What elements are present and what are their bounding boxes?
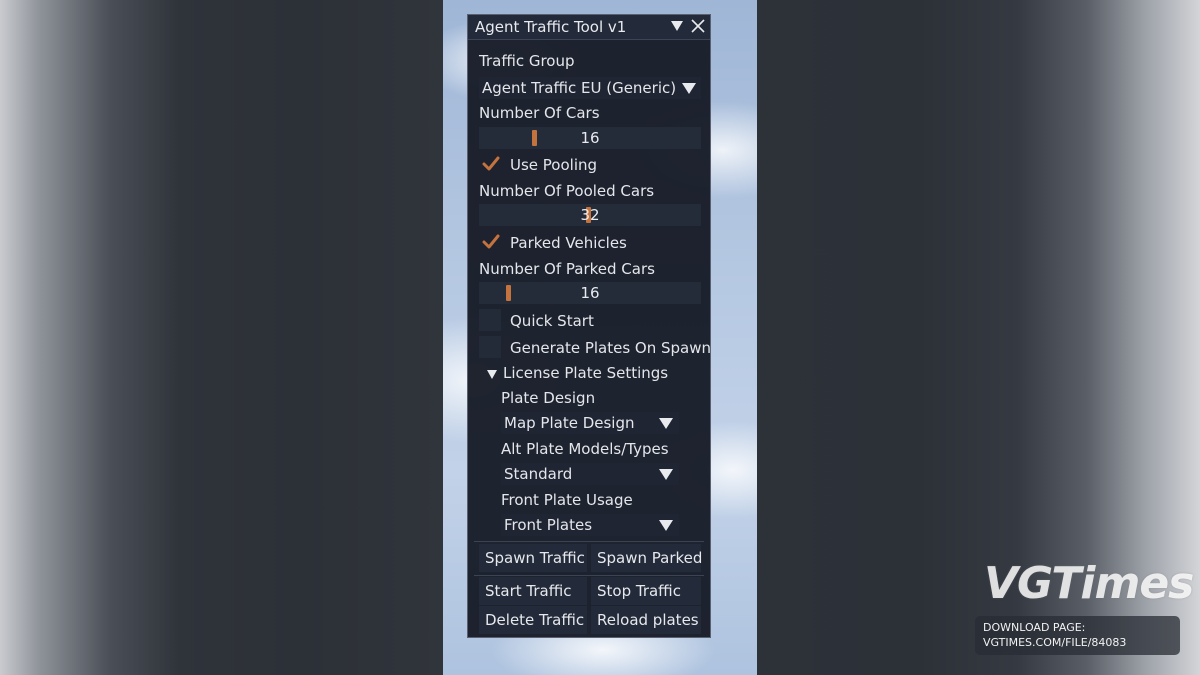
checkmark-icon — [482, 234, 500, 249]
separator — [474, 575, 704, 576]
generate-plates-checkbox[interactable] — [479, 336, 501, 358]
window-title: Agent Traffic Tool v1 — [475, 18, 627, 36]
checkmark-icon — [482, 156, 500, 171]
dropdown-arrow-icon — [659, 518, 673, 532]
close-icon[interactable] — [690, 18, 706, 34]
number-of-cars-value: 16 — [580, 129, 600, 147]
dropdown-arrow-icon — [659, 467, 673, 481]
generate-plates-label: Generate Plates On Spawn — [510, 339, 712, 357]
parked-vehicles-checkbox[interactable] — [479, 231, 501, 253]
plate-design-value: Map Plate Design — [504, 414, 635, 432]
quick-start-label: Quick Start — [510, 312, 594, 330]
stop-traffic-button[interactable]: Stop Traffic — [591, 577, 701, 605]
front-plate-usage-combo[interactable]: Front Plates — [501, 514, 679, 536]
number-of-cars-slider[interactable]: 16 — [479, 127, 701, 149]
vgtimes-logo: VGTimes — [984, 558, 1194, 609]
number-of-pooled-cars-label: Number Of Pooled Cars — [479, 182, 655, 200]
number-of-parked-cars-slider[interactable]: 16 — [479, 282, 701, 304]
number-of-parked-cars-label: Number Of Parked Cars — [479, 260, 655, 278]
spawn-traffic-button[interactable]: Spawn Traffic — [479, 544, 587, 572]
tree-expanded-arrow-icon[interactable] — [486, 366, 498, 379]
download-page-box: DOWNLOAD PAGE: VGTIMES.COM/FILE/84083 — [975, 616, 1180, 655]
collapse-triangle-icon[interactable] — [670, 19, 684, 33]
number-of-pooled-cars-value: 32 — [580, 206, 600, 224]
agent-traffic-tool-window: Agent Traffic Tool v1 Traffic Group Agen… — [467, 14, 711, 638]
number-of-pooled-cars-slider[interactable]: 32 — [479, 204, 701, 226]
plate-design-label: Plate Design — [501, 389, 596, 407]
dropdown-arrow-icon — [659, 416, 673, 430]
title-bar[interactable]: Agent Traffic Tool v1 — [468, 15, 710, 40]
traffic-group-combo[interactable]: Agent Traffic EU (Generic) — [479, 77, 701, 99]
download-page-label: DOWNLOAD PAGE: — [983, 621, 1086, 634]
parked-vehicles-label: Parked Vehicles — [510, 234, 627, 252]
front-plate-usage-value: Front Plates — [504, 516, 593, 534]
dropdown-arrow-icon — [682, 81, 696, 95]
start-traffic-button[interactable]: Start Traffic — [479, 577, 587, 605]
spawn-parked-button[interactable]: Spawn Parked — [591, 544, 702, 572]
reload-plates-button[interactable]: Reload plates — [591, 606, 701, 634]
use-pooling-checkbox[interactable] — [479, 153, 501, 175]
alt-plate-models-value: Standard — [504, 465, 573, 483]
alt-plate-models-combo[interactable]: Standard — [501, 463, 679, 485]
separator — [474, 541, 704, 542]
alt-plate-models-label: Alt Plate Models/Types — [501, 440, 669, 458]
traffic-group-value: Agent Traffic EU (Generic) — [482, 79, 677, 97]
download-page-url: VGTIMES.COM/FILE/84083 — [983, 636, 1127, 649]
front-plate-usage-label: Front Plate Usage — [501, 491, 633, 509]
quick-start-checkbox[interactable] — [479, 309, 501, 331]
traffic-group-label: Traffic Group — [479, 52, 575, 70]
use-pooling-label: Use Pooling — [510, 156, 598, 174]
license-plate-settings-header[interactable]: License Plate Settings — [503, 364, 668, 382]
number-of-cars-label: Number Of Cars — [479, 104, 600, 122]
delete-traffic-button[interactable]: Delete Traffic — [479, 606, 587, 634]
plate-design-combo[interactable]: Map Plate Design — [501, 412, 679, 434]
backdrop-left — [0, 0, 443, 675]
number-of-parked-cars-value: 16 — [580, 284, 600, 302]
